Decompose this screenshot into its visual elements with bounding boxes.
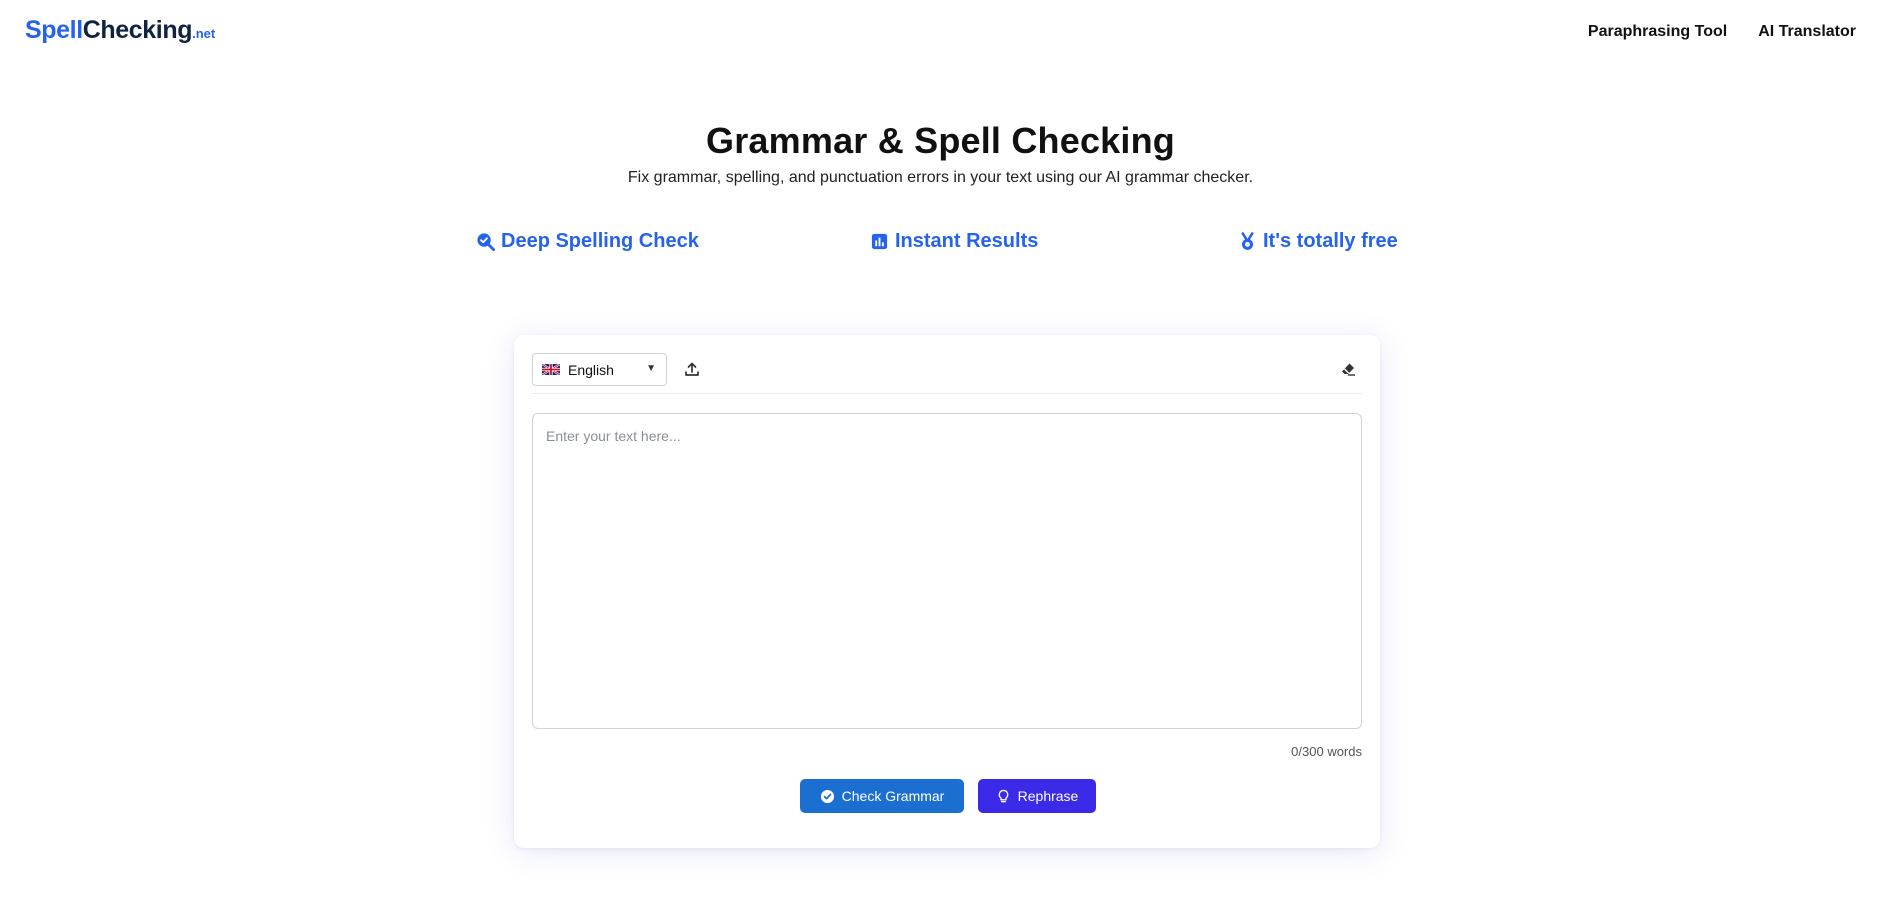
feature-deep-spelling-check: Deep Spelling Check	[476, 230, 699, 253]
magnifier-check-icon	[476, 232, 495, 251]
feature-label: Instant Results	[895, 230, 1039, 252]
editor-toolbar: English ▼	[532, 353, 1362, 394]
rephrase-button[interactable]: Rephrase	[978, 779, 1096, 813]
check-grammar-button[interactable]: Check Grammar	[800, 779, 964, 813]
language-selected-value: English	[568, 361, 614, 378]
logo-checking: Checking	[82, 16, 193, 44]
site-header: SpellChecking.net Paraphrasing Tool AI T…	[0, 0, 1881, 66]
feature-label: It's totally free	[1263, 230, 1398, 252]
lightbulb-icon	[996, 789, 1011, 804]
page-title: Grammar & Spell Checking	[706, 120, 1175, 161]
nav-ai-translator[interactable]: AI Translator	[1758, 23, 1856, 41]
check-circle-icon	[820, 789, 835, 804]
feature-label: Deep Spelling Check	[501, 230, 699, 252]
eraser-icon	[1340, 361, 1356, 377]
upload-button[interactable]	[681, 358, 703, 380]
grammar-checker-card: English ▼ 0/300 words Check Grammar Reph…	[514, 335, 1380, 848]
check-grammar-label: Check Grammar	[841, 788, 945, 804]
nav-paraphrasing-tool[interactable]: Paraphrasing Tool	[1588, 23, 1727, 41]
feature-instant-results: Instant Results	[870, 230, 1038, 253]
uk-flag-icon	[542, 364, 568, 375]
clear-text-button[interactable]	[1337, 358, 1359, 380]
upload-icon	[684, 361, 700, 377]
feature-totally-free: It's totally free	[1238, 230, 1398, 253]
logo-net: .net	[192, 26, 216, 41]
top-nav: Paraphrasing Tool AI Translator	[1588, 23, 1856, 41]
word-count: 0/300 words	[1291, 744, 1362, 759]
chevron-down-icon: ▼	[646, 363, 656, 374]
logo-spell: Spell	[25, 16, 83, 44]
page-subtitle: Fix grammar, spelling, and punctuation e…	[627, 169, 1254, 186]
language-select[interactable]: English ▼	[532, 353, 667, 386]
rephrase-label: Rephrase	[1017, 788, 1079, 804]
text-input[interactable]	[532, 413, 1362, 729]
medal-icon	[1238, 232, 1257, 251]
chart-box-icon	[870, 232, 889, 251]
site-logo[interactable]: SpellChecking.net	[25, 16, 215, 45]
